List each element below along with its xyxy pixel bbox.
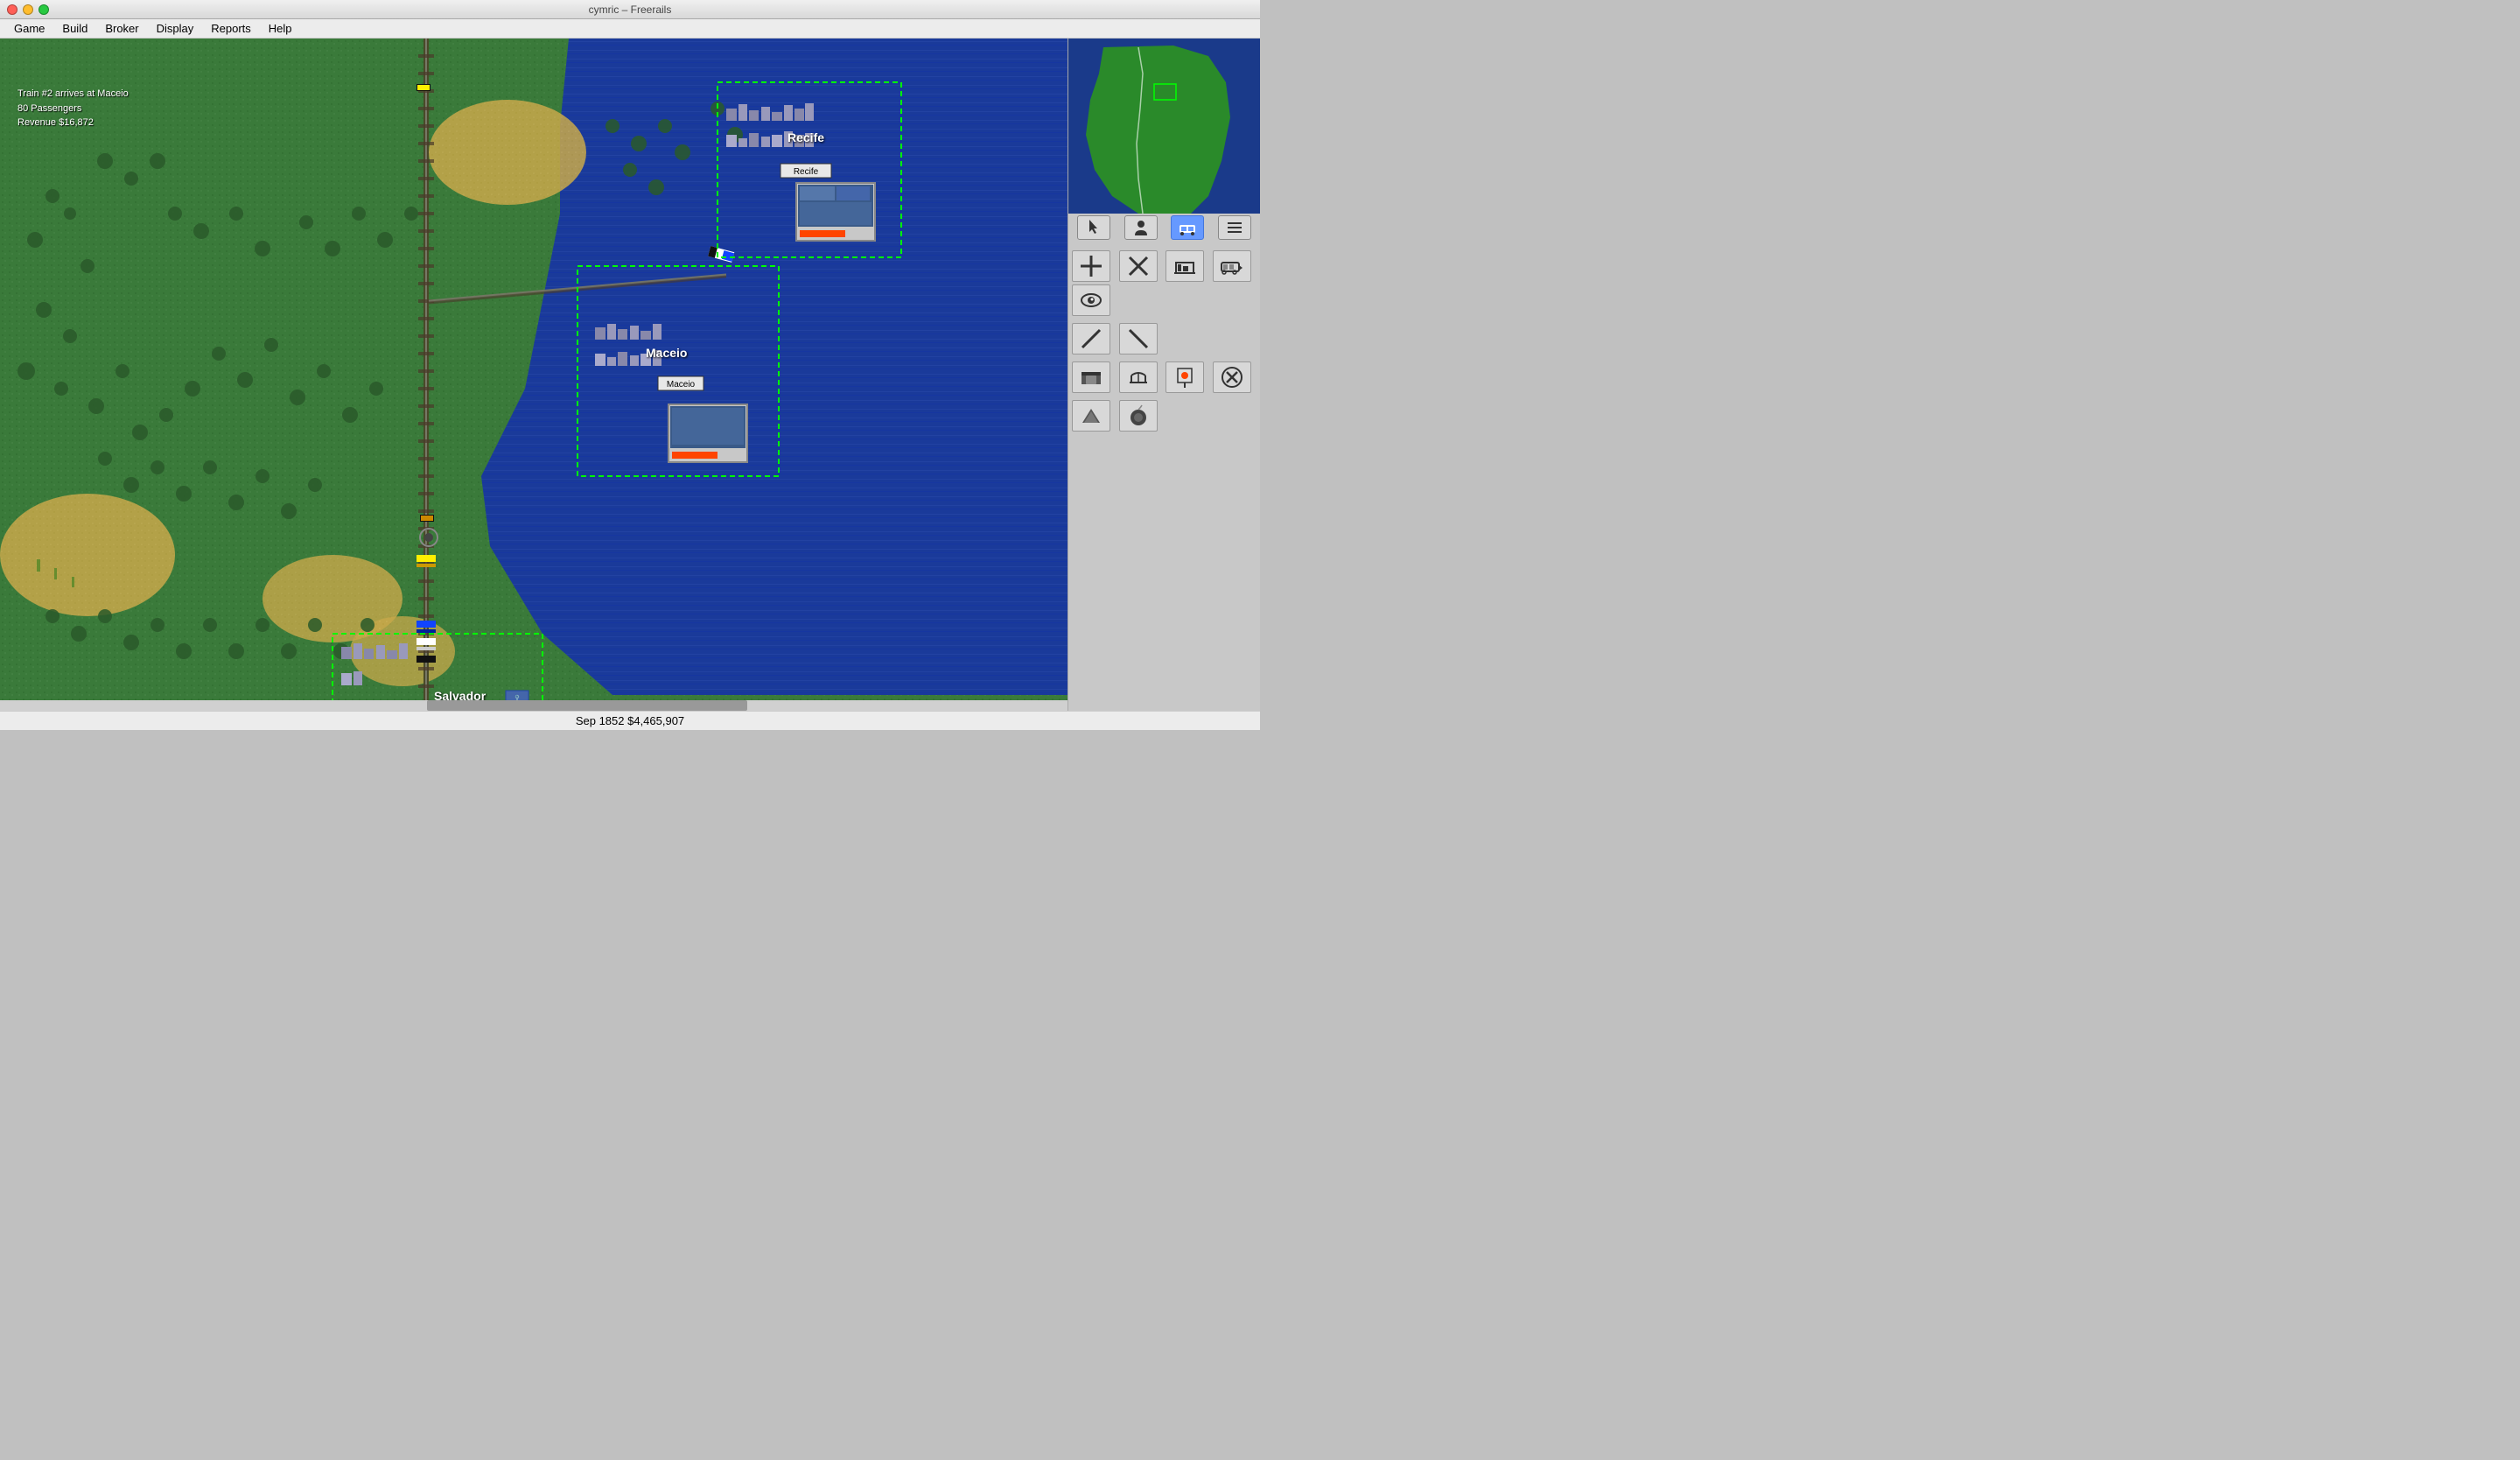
structure-tools bbox=[1072, 361, 1256, 393]
titlebar: cymric – Freerails bbox=[0, 0, 1260, 19]
map-canvas: ⚓ Recife Maceio Recife Maceio Salvador bbox=[0, 39, 1068, 711]
minimap[interactable] bbox=[1068, 39, 1260, 214]
window-controls bbox=[7, 4, 49, 15]
tab-row bbox=[1068, 214, 1260, 242]
bridge-tool[interactable] bbox=[1119, 361, 1158, 393]
svg-text:Recife: Recife bbox=[794, 167, 819, 177]
maximize-button[interactable] bbox=[38, 4, 49, 15]
main-layout: ⚓ Recife Maceio Recife Maceio Salvador T… bbox=[0, 39, 1260, 711]
remove-tool[interactable] bbox=[1213, 361, 1251, 393]
right-panel bbox=[1068, 39, 1260, 711]
misc-tools bbox=[1072, 400, 1256, 432]
scrollbar-thumb[interactable] bbox=[427, 700, 747, 711]
menu-build[interactable]: Build bbox=[55, 20, 94, 37]
minimize-button[interactable] bbox=[23, 4, 33, 15]
placeholder1 bbox=[1166, 323, 1204, 354]
signal-tool[interactable] bbox=[1166, 361, 1204, 393]
svg-text:Maceio: Maceio bbox=[667, 380, 696, 390]
track-tools-row1 bbox=[1072, 250, 1256, 316]
dynamite-tool[interactable] bbox=[1119, 400, 1158, 432]
menubar: Game Build Broker Display Reports Help bbox=[0, 19, 1260, 39]
svg-text:Recife: Recife bbox=[788, 130, 824, 144]
tab-list[interactable] bbox=[1218, 215, 1251, 240]
diagonal-track-tool[interactable] bbox=[1119, 250, 1158, 282]
tab-train[interactable] bbox=[1171, 215, 1204, 240]
window-title: cymric – Freerails bbox=[589, 4, 672, 16]
menu-reports[interactable]: Reports bbox=[204, 20, 258, 37]
diagonal-nw-tool[interactable] bbox=[1119, 323, 1158, 354]
bulldoze-tool[interactable] bbox=[1072, 400, 1110, 432]
tunnel-tool[interactable] bbox=[1072, 361, 1110, 393]
status-text: Sep 1852 $4,465,907 bbox=[576, 714, 684, 727]
diagonal-ne-tool[interactable] bbox=[1072, 323, 1110, 354]
menu-display[interactable]: Display bbox=[150, 20, 201, 37]
game-viewport[interactable]: ⚓ Recife Maceio Recife Maceio Salvador T… bbox=[0, 39, 1068, 711]
train-tool[interactable] bbox=[1213, 250, 1251, 282]
tool-panel bbox=[1068, 247, 1260, 711]
horizontal-scrollbar[interactable] bbox=[0, 700, 1068, 711]
close-button[interactable] bbox=[7, 4, 18, 15]
station-tool[interactable] bbox=[1166, 250, 1204, 282]
placeholder2 bbox=[1213, 323, 1251, 354]
tab-cursor[interactable] bbox=[1077, 215, 1110, 240]
straight-track-tool[interactable] bbox=[1072, 250, 1110, 282]
statusbar: Sep 1852 $4,465,907 bbox=[0, 711, 1260, 730]
track-tools-row2 bbox=[1072, 323, 1256, 354]
svg-text:Maceio: Maceio bbox=[646, 346, 687, 360]
menu-game[interactable]: Game bbox=[7, 20, 52, 37]
menu-help[interactable]: Help bbox=[262, 20, 299, 37]
tab-person[interactable] bbox=[1124, 215, 1158, 240]
view-tool[interactable] bbox=[1072, 284, 1110, 316]
menu-broker[interactable]: Broker bbox=[98, 20, 145, 37]
